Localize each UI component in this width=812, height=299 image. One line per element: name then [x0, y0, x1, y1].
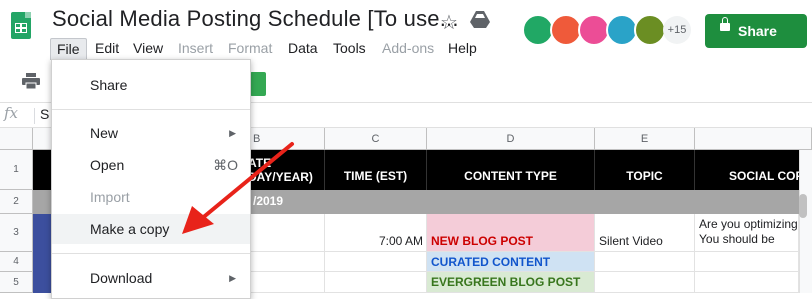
fx-icon: fx	[4, 104, 19, 122]
lock-icon	[720, 17, 730, 31]
copy-line: Are you optimizing	[699, 217, 798, 231]
collaborator-avatar[interactable]	[634, 14, 666, 46]
annotation-arrow-icon	[182, 142, 294, 234]
header-cell-social-copy[interactable]: SOCIAL COP	[695, 150, 812, 190]
menu-addons[interactable]: Add-ons	[376, 38, 440, 60]
cell-f5[interactable]	[695, 272, 799, 293]
document-title[interactable]: Social Media Posting Schedule [To use...	[52, 6, 459, 32]
menu-data[interactable]: Data	[282, 38, 324, 60]
menu-insert[interactable]: Insert	[172, 38, 219, 60]
star-icon[interactable]: ☆	[440, 10, 458, 35]
header-cell-content-type[interactable]: CONTENT TYPE	[427, 150, 595, 190]
row-header[interactable]: 1	[0, 150, 33, 190]
menu-edit[interactable]: Edit	[89, 38, 125, 60]
menu-item-new-label: New	[90, 125, 119, 141]
submenu-arrow-icon: ▶	[229, 273, 236, 283]
row-header[interactable]: 5	[0, 272, 33, 293]
move-to-drive-icon[interactable]	[470, 10, 490, 33]
cell-c5[interactable]	[325, 272, 427, 293]
menu-divider	[52, 253, 250, 254]
menu-item-download-label: Download	[90, 270, 153, 286]
menu-help[interactable]: Help	[442, 38, 483, 60]
menu-item-share[interactable]: Share	[52, 70, 250, 100]
sheets-logo-icon[interactable]	[11, 12, 31, 39]
menu-view[interactable]: View	[127, 38, 169, 60]
menu-file[interactable]: File	[50, 38, 87, 60]
formula-bar-divider	[34, 108, 35, 124]
cell-e4[interactable]	[595, 252, 695, 272]
menu-item-open-label: Open	[90, 157, 125, 173]
menu-item-download[interactable]: Download ▶	[52, 263, 250, 293]
select-all-corner[interactable]	[0, 128, 33, 150]
column-header-c[interactable]: C	[325, 128, 427, 150]
cell-c3-time[interactable]: 7:00 AM	[325, 214, 427, 252]
more-collaborators-badge[interactable]: +15	[663, 16, 691, 44]
row-header[interactable]: 4	[0, 252, 33, 272]
column-a-strip	[33, 214, 53, 293]
column-header-e[interactable]: E	[595, 128, 695, 150]
cell-d5-content-type[interactable]: EVERGREEN BLOG POST	[427, 272, 595, 293]
row-header[interactable]: 2	[0, 190, 33, 214]
vertical-scrollbar-track[interactable]	[799, 150, 812, 293]
column-header-a[interactable]	[33, 128, 53, 150]
share-button[interactable]: Share	[705, 14, 807, 48]
cell-d4-content-type[interactable]: CURATED CONTENT	[427, 252, 595, 272]
cell-e5[interactable]	[595, 272, 695, 293]
header-cell-time[interactable]: TIME (EST)	[325, 150, 427, 190]
menu-format[interactable]: Format	[222, 38, 278, 60]
vertical-scrollbar-thumb[interactable]	[799, 194, 807, 218]
cell-d3-content-type[interactable]: NEW BLOG POST	[427, 214, 595, 252]
column-header-f[interactable]	[695, 128, 812, 150]
column-header-d[interactable]: D	[427, 128, 595, 150]
header-cell-topic[interactable]: TOPIC	[595, 150, 695, 190]
share-button-label: Share	[738, 23, 777, 39]
toolbar-button[interactable]	[250, 72, 266, 96]
cell-c4[interactable]	[325, 252, 427, 272]
cell-f4[interactable]	[695, 252, 799, 272]
formula-input[interactable]: S	[40, 106, 49, 122]
copy-line: You should be	[699, 232, 775, 246]
menu-tools[interactable]: Tools	[327, 38, 372, 60]
row-header[interactable]: 3	[0, 214, 33, 252]
print-icon[interactable]	[22, 73, 40, 94]
cell-f3-copy[interactable]: Are you optimizing You should be	[695, 214, 799, 252]
cell-e3-topic[interactable]: Silent Video	[595, 214, 695, 252]
menu-divider	[52, 109, 250, 110]
